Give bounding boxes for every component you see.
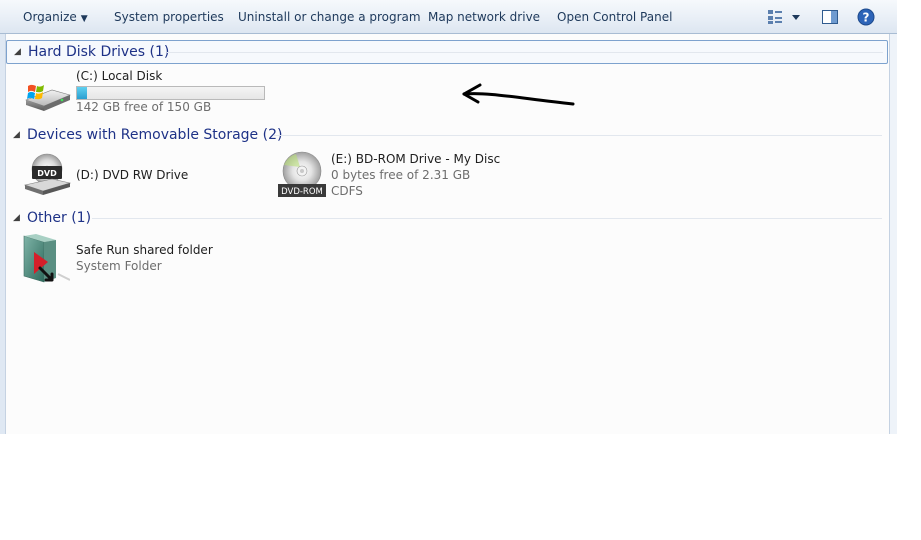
dvd-rom-badge: DVD-ROM bbox=[281, 187, 323, 197]
arrow-annotation bbox=[462, 83, 575, 106]
drive-free-space: 0 bytes free of 2.31 GB bbox=[331, 168, 471, 182]
chevron-down-icon: ▼ bbox=[80, 14, 88, 24]
disk-usage-fill bbox=[77, 87, 87, 99]
drive-name: (C:) Local Disk bbox=[76, 69, 163, 83]
group-title: Other (1) bbox=[27, 210, 92, 226]
system-properties-button[interactable]: System properties bbox=[114, 9, 224, 25]
organize-menu[interactable]: Organize ▼ bbox=[23, 9, 88, 25]
group-header-hard-disk-drives[interactable]: ◢ Hard Disk Drives (1) bbox=[6, 40, 888, 64]
open-control-panel-button[interactable]: Open Control Panel bbox=[557, 9, 672, 25]
drive-free-space: 142 GB free of 150 GB bbox=[76, 100, 212, 114]
folder-type: System Folder bbox=[76, 259, 162, 273]
drives-list: ◢ Hard Disk Drives (1) (C:) Local Disk 1… bbox=[5, 34, 890, 434]
collapse-triangle-icon[interactable]: ◢ bbox=[13, 124, 20, 146]
collapse-triangle-icon[interactable]: ◢ bbox=[13, 207, 20, 229]
organize-label: Organize bbox=[23, 10, 77, 24]
group-divider bbox=[167, 52, 883, 53]
view-options-icon bbox=[768, 10, 800, 24]
drive-filesystem: CDFS bbox=[331, 184, 363, 198]
group-header-removable-storage[interactable]: ◢ Devices with Removable Storage (2) bbox=[6, 124, 886, 146]
help-icon: ? bbox=[857, 8, 875, 26]
svg-text:?: ? bbox=[863, 11, 870, 25]
shared-folder-icon bbox=[23, 234, 70, 283]
window-right-edge bbox=[889, 34, 897, 434]
group-divider bbox=[92, 218, 882, 219]
collapse-triangle-icon[interactable]: ◢ bbox=[14, 41, 21, 63]
preview-pane-icon bbox=[822, 10, 838, 24]
help-button[interactable]: ? bbox=[857, 8, 875, 29]
dvd-rom-disc-icon: DVD-ROM bbox=[278, 151, 326, 197]
dvd-drive-icon: DVD bbox=[23, 153, 72, 195]
change-view-button[interactable] bbox=[767, 8, 803, 29]
hard-drive-icon bbox=[25, 84, 71, 111]
drive-name: (E:) BD-ROM Drive - My Disc bbox=[331, 152, 501, 166]
group-divider bbox=[274, 135, 882, 136]
command-bar: Organize ▼ System properties Uninstall or… bbox=[0, 0, 897, 34]
uninstall-program-button[interactable]: Uninstall or change a program bbox=[238, 9, 421, 25]
dvd-badge: DVD bbox=[37, 169, 57, 178]
disk-usage-bar bbox=[76, 86, 265, 100]
drive-name: (D:) DVD RW Drive bbox=[76, 168, 189, 182]
map-network-drive-button[interactable]: Map network drive bbox=[428, 9, 540, 25]
folder-name: Safe Run shared folder bbox=[76, 243, 213, 257]
group-header-other[interactable]: ◢ Other (1) bbox=[6, 207, 886, 229]
preview-pane-button[interactable] bbox=[821, 8, 839, 29]
group-title: Hard Disk Drives (1) bbox=[28, 44, 170, 60]
group-title: Devices with Removable Storage (2) bbox=[27, 127, 283, 143]
